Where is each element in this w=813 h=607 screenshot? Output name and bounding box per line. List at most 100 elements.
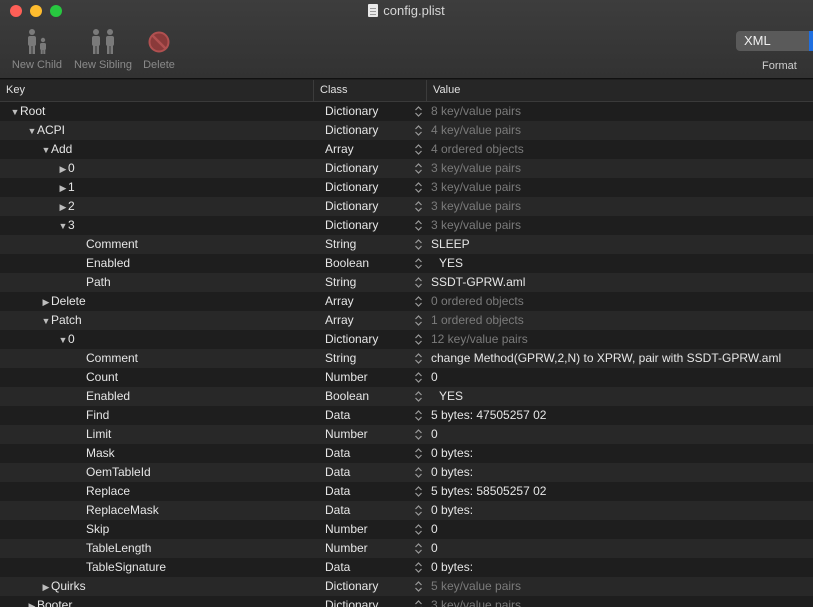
class-stepper-icon[interactable] bbox=[414, 581, 423, 592]
table-row[interactable]: TableSignature Data 0 bytes: bbox=[0, 558, 813, 577]
class-stepper-icon[interactable] bbox=[414, 239, 423, 250]
class-stepper-icon[interactable] bbox=[414, 296, 423, 307]
value-column-header[interactable]: Value bbox=[427, 80, 813, 101]
table-row[interactable]: Replace Data 5 bytes: 58505257 02 bbox=[0, 482, 813, 501]
value-cell[interactable]: 0 bytes: bbox=[431, 558, 473, 577]
table-row[interactable]: ▶ Quirks Dictionary 5 key/value pairs bbox=[0, 577, 813, 596]
class-stepper-icon[interactable] bbox=[414, 486, 423, 497]
class-cell[interactable]: Data bbox=[325, 482, 350, 501]
value-cell[interactable]: 4 ordered objects bbox=[431, 140, 524, 159]
class-stepper-icon[interactable] bbox=[414, 505, 423, 516]
class-stepper-icon[interactable] bbox=[414, 182, 423, 193]
value-cell[interactable]: 3 key/value pairs bbox=[431, 596, 521, 607]
table-row[interactable]: Comment String change Method(GPRW,2,N) to … bbox=[0, 349, 813, 368]
class-cell[interactable]: Data bbox=[325, 463, 350, 482]
class-stepper-icon[interactable] bbox=[414, 334, 423, 345]
class-stepper-icon[interactable] bbox=[414, 543, 423, 554]
class-cell[interactable]: Dictionary bbox=[325, 577, 378, 596]
value-cell[interactable]: 4 key/value pairs bbox=[431, 121, 521, 140]
value-cell[interactable]: 3 key/value pairs bbox=[431, 216, 521, 235]
value-cell[interactable]: YES bbox=[439, 387, 463, 406]
key-column-header[interactable]: Key bbox=[0, 80, 314, 101]
class-stepper-icon[interactable] bbox=[414, 258, 423, 269]
disclosure-collapsed-icon[interactable]: ▶ bbox=[41, 293, 51, 312]
class-cell[interactable]: Number bbox=[325, 425, 368, 444]
value-cell[interactable]: 0 bbox=[431, 539, 438, 558]
disclosure-collapsed-icon[interactable]: ▶ bbox=[41, 578, 51, 597]
class-stepper-icon[interactable] bbox=[414, 163, 423, 174]
value-cell[interactable]: 0 bbox=[431, 520, 438, 539]
table-row[interactable]: ▼ACPI Dictionary 4 key/value pairs bbox=[0, 121, 813, 140]
class-cell[interactable]: Number bbox=[325, 539, 368, 558]
class-stepper-icon[interactable] bbox=[414, 277, 423, 288]
class-stepper-icon[interactable] bbox=[414, 524, 423, 535]
class-column-header[interactable]: Class bbox=[314, 80, 427, 101]
disclosure-collapsed-icon[interactable]: ▶ bbox=[58, 160, 68, 179]
value-cell[interactable]: 5 bytes: 47505257 02 bbox=[431, 406, 546, 425]
disclosure-expanded-icon[interactable]: ▼ bbox=[10, 103, 20, 122]
table-row[interactable]: Path String SSDT-GPRW.aml bbox=[0, 273, 813, 292]
class-cell[interactable]: Array bbox=[325, 140, 354, 159]
value-cell[interactable]: change Method(GPRW,2,N) to XPRW, pair wi… bbox=[431, 349, 781, 368]
value-cell[interactable]: 3 key/value pairs bbox=[431, 159, 521, 178]
table-row[interactable]: ▼3 Dictionary 3 key/value pairs bbox=[0, 216, 813, 235]
disclosure-expanded-icon[interactable]: ▼ bbox=[58, 217, 68, 236]
class-cell[interactable]: Dictionary bbox=[325, 330, 378, 349]
class-cell[interactable]: Dictionary bbox=[325, 197, 378, 216]
value-cell[interactable]: 12 key/value pairs bbox=[431, 330, 528, 349]
disclosure-expanded-icon[interactable]: ▼ bbox=[58, 331, 68, 350]
class-cell[interactable]: Dictionary bbox=[325, 178, 378, 197]
table-row[interactable]: Count Number 0 bbox=[0, 368, 813, 387]
class-cell[interactable]: Number bbox=[325, 368, 368, 387]
value-cell[interactable]: 0 bytes: bbox=[431, 444, 473, 463]
value-cell[interactable]: 0 bbox=[431, 368, 438, 387]
table-row[interactable]: ▶ Booter Dictionary 3 key/value pairs bbox=[0, 596, 813, 607]
class-cell[interactable]: Data bbox=[325, 406, 350, 425]
table-row[interactable]: ▶ 2 Dictionary 3 key/value pairs bbox=[0, 197, 813, 216]
class-cell[interactable]: Dictionary bbox=[325, 596, 378, 607]
class-stepper-icon[interactable] bbox=[414, 220, 423, 231]
class-stepper-icon[interactable] bbox=[414, 448, 423, 459]
class-cell[interactable]: String bbox=[325, 235, 356, 254]
class-stepper-icon[interactable] bbox=[414, 429, 423, 440]
class-stepper-icon[interactable] bbox=[414, 315, 423, 326]
class-stepper-icon[interactable] bbox=[414, 106, 423, 117]
value-cell[interactable]: 3 key/value pairs bbox=[431, 178, 521, 197]
class-stepper-icon[interactable] bbox=[414, 391, 423, 402]
table-row[interactable]: Comment String SLEEP bbox=[0, 235, 813, 254]
value-cell[interactable]: 0 bbox=[431, 425, 438, 444]
new-child-button[interactable]: New Child bbox=[8, 28, 66, 71]
table-row[interactable]: ReplaceMask Data 0 bytes: bbox=[0, 501, 813, 520]
class-cell[interactable]: String bbox=[325, 273, 356, 292]
table-row[interactable]: ▼Add Array 4 ordered objects bbox=[0, 140, 813, 159]
class-cell[interactable]: Dictionary bbox=[325, 216, 378, 235]
class-stepper-icon[interactable] bbox=[414, 467, 423, 478]
class-stepper-icon[interactable] bbox=[414, 600, 423, 607]
disclosure-expanded-icon[interactable]: ▼ bbox=[41, 141, 51, 160]
disclosure-collapsed-icon[interactable]: ▶ bbox=[58, 198, 68, 217]
class-cell[interactable]: String bbox=[325, 349, 356, 368]
table-row[interactable]: Limit Number 0 bbox=[0, 425, 813, 444]
disclosure-collapsed-icon[interactable]: ▶ bbox=[58, 179, 68, 198]
class-stepper-icon[interactable] bbox=[414, 410, 423, 421]
table-row[interactable]: Mask Data 0 bytes: bbox=[0, 444, 813, 463]
value-cell[interactable]: 1 ordered objects bbox=[431, 311, 524, 330]
class-cell[interactable]: Dictionary bbox=[325, 159, 378, 178]
table-row[interactable]: ▶ Delete Array 0 ordered objects bbox=[0, 292, 813, 311]
class-stepper-icon[interactable] bbox=[414, 372, 423, 383]
class-cell[interactable]: Boolean bbox=[325, 254, 369, 273]
table-row[interactable]: TableLength Number 0 bbox=[0, 539, 813, 558]
class-cell[interactable]: Array bbox=[325, 311, 354, 330]
delete-button[interactable]: Delete bbox=[139, 28, 179, 71]
disclosure-expanded-icon[interactable]: ▼ bbox=[41, 312, 51, 331]
table-row[interactable]: ▼Patch Array 1 ordered objects bbox=[0, 311, 813, 330]
table-row[interactable]: OemTableId Data 0 bytes: bbox=[0, 463, 813, 482]
class-stepper-icon[interactable] bbox=[414, 562, 423, 573]
disclosure-collapsed-icon[interactable]: ▶ bbox=[27, 597, 37, 607]
class-cell[interactable]: Dictionary bbox=[325, 121, 378, 140]
table-row[interactable]: Find Data 5 bytes: 47505257 02 bbox=[0, 406, 813, 425]
value-cell[interactable]: 5 bytes: 58505257 02 bbox=[431, 482, 546, 501]
class-cell[interactable]: Data bbox=[325, 558, 350, 577]
value-cell[interactable]: 0 ordered objects bbox=[431, 292, 524, 311]
value-cell[interactable]: 3 key/value pairs bbox=[431, 197, 521, 216]
